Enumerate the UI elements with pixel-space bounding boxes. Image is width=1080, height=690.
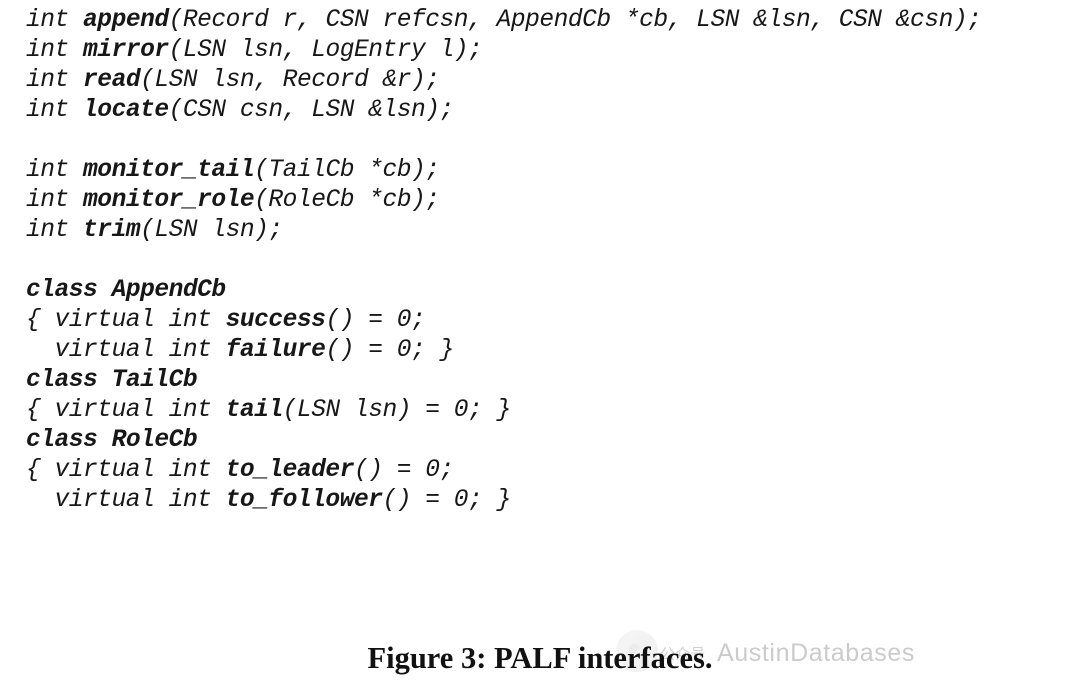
code-line: int monitor_tail(TailCb *cb); <box>26 156 1054 186</box>
code-token: class <box>26 367 112 394</box>
code-token: { virtual int <box>26 457 226 484</box>
code-line: int read(LSN lsn, Record &r); <box>26 66 1054 96</box>
code-line: { virtual int to_leader() = 0; <box>26 456 1054 486</box>
code-token: () = 0; <box>325 307 425 334</box>
code-listing: int append(Record r, CSN refcsn, AppendC… <box>26 6 1054 516</box>
code-line: virtual int failure() = 0; } <box>26 336 1054 366</box>
code-token: monitor_tail <box>83 157 254 184</box>
code-token: () = 0; <box>354 457 454 484</box>
code-line: int monitor_role(RoleCb *cb); <box>26 186 1054 216</box>
code-token: () = 0; } <box>325 337 453 364</box>
code-line: { virtual int tail(LSN lsn) = 0; } <box>26 396 1054 426</box>
code-line: class AppendCb <box>26 276 1054 306</box>
code-token: virtual int <box>26 487 226 514</box>
code-token: int <box>26 157 83 184</box>
code-token: { virtual int <box>26 397 226 424</box>
code-line: int trim(LSN lsn); <box>26 216 1054 246</box>
code-token: (LSN lsn) = 0; } <box>283 397 511 424</box>
code-line: int append(Record r, CSN refcsn, AppendC… <box>26 6 1054 36</box>
code-token: (LSN lsn, LogEntry l); <box>169 37 483 64</box>
code-line: class RoleCb <box>26 426 1054 456</box>
code-line: int mirror(LSN lsn, LogEntry l); <box>26 36 1054 66</box>
code-token: trim <box>83 217 140 244</box>
code-token: int <box>26 187 83 214</box>
code-token: mirror <box>83 37 169 64</box>
code-token: monitor_role <box>83 187 254 214</box>
code-token: (LSN lsn, Record &r); <box>140 67 439 94</box>
code-token: read <box>83 67 140 94</box>
code-token: (CSN csn, LSN &lsn); <box>169 97 454 124</box>
code-line: class TailCb <box>26 366 1054 396</box>
code-token: locate <box>83 97 169 124</box>
code-token: success <box>226 307 326 334</box>
code-token: to_leader <box>226 457 354 484</box>
code-token: int <box>26 97 83 124</box>
code-token: (Record r, CSN refcsn, AppendCb *cb, LSN… <box>169 7 982 34</box>
code-token: { virtual int <box>26 307 226 334</box>
code-token: AppendCb <box>112 277 226 304</box>
code-token: append <box>83 7 169 34</box>
code-token: tail <box>226 397 283 424</box>
page: int append(Record r, CSN refcsn, AppendC… <box>0 0 1080 690</box>
code-token: class <box>26 277 112 304</box>
code-line <box>26 126 1054 156</box>
code-token: class <box>26 427 112 454</box>
figure-caption: Figure 3: PALF interfaces. <box>367 641 712 676</box>
code-token: () = 0; } <box>382 487 510 514</box>
code-token: (RoleCb *cb); <box>254 187 439 214</box>
code-token: int <box>26 7 83 34</box>
code-token: int <box>26 37 83 64</box>
code-line <box>26 246 1054 276</box>
code-token: TailCb <box>112 367 198 394</box>
code-token: to_follower <box>226 487 383 514</box>
code-line: int locate(CSN csn, LSN &lsn); <box>26 96 1054 126</box>
code-token: int <box>26 67 83 94</box>
code-token: failure <box>226 337 326 364</box>
code-token: virtual int <box>26 337 226 364</box>
code-line: virtual int to_follower() = 0; } <box>26 486 1054 516</box>
code-token: (TailCb *cb); <box>254 157 439 184</box>
code-token: int <box>26 217 83 244</box>
code-token: RoleCb <box>112 427 198 454</box>
code-token: (LSN lsn); <box>140 217 283 244</box>
figure-caption-row: Figure 3: PALF interfaces. <box>0 641 1080 676</box>
code-line: { virtual int success() = 0; <box>26 306 1054 336</box>
